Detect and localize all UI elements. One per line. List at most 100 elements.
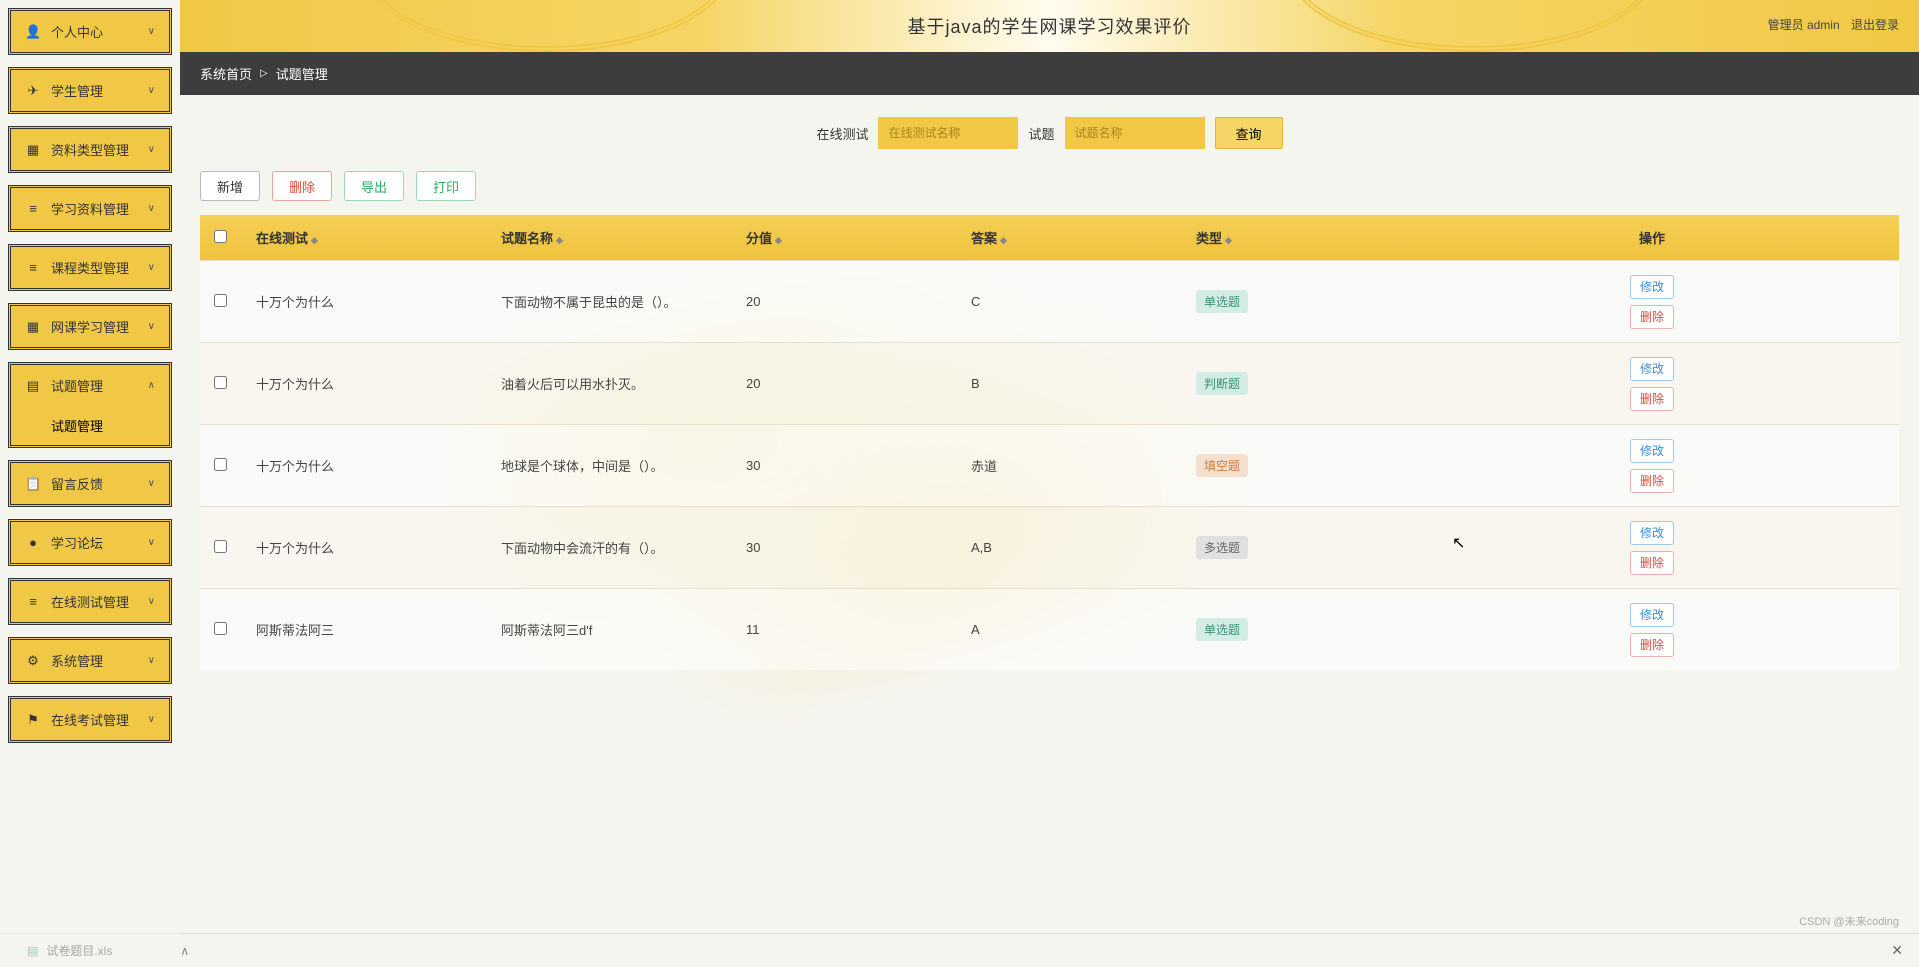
cell-score: 30 [730, 540, 955, 555]
nav-label: 个人中心 [51, 22, 148, 41]
cell-score: 30 [730, 458, 955, 473]
sort-icon[interactable]: ◆ [556, 235, 563, 245]
search-bar: 在线测试 试题 查询 [180, 95, 1919, 171]
col-test[interactable]: 在线测试 [256, 231, 308, 246]
cell-name: 下面动物中会流汗的有（）。 [485, 538, 730, 557]
nav-label: 资料类型管理 [51, 140, 148, 159]
sidebar-item-3[interactable]: ≡学习资料管理∨ [8, 185, 172, 232]
sort-icon[interactable]: ◆ [311, 235, 318, 245]
nav-icon: ▤ [25, 378, 41, 394]
nav-icon: ≡ [25, 201, 41, 216]
cell-type: 单选题 [1180, 290, 1405, 313]
type-tag: 填空题 [1196, 454, 1248, 477]
nav-icon: ⚑ [25, 712, 41, 728]
breadcrumb-current: 试题管理 [276, 64, 328, 83]
delete-button[interactable]: 删除 [272, 171, 332, 201]
sidebar-item-0[interactable]: 👤 个人中心∨ [8, 8, 172, 55]
cell-score: 20 [730, 294, 955, 309]
sidebar-item-8[interactable]: ●学习论坛∨ [8, 519, 172, 566]
nav-label: 学习论坛 [51, 533, 148, 552]
sort-icon[interactable]: ◆ [1225, 235, 1232, 245]
cell-name: 下面动物不属于昆虫的是（）。 [485, 292, 730, 311]
col-name[interactable]: 试题名称 [501, 231, 553, 246]
sidebar-item-5[interactable]: ▦网课学习管理∨ [8, 303, 172, 350]
sidebar-item-9[interactable]: ≡在线测试管理∨ [8, 578, 172, 625]
search-input-question[interactable] [1065, 117, 1205, 149]
nav-icon: 👤 [25, 24, 41, 40]
chevron-icon: ∨ [148, 262, 155, 273]
cell-answer: A,B [955, 540, 1180, 555]
row-delete-button[interactable]: 删除 [1630, 387, 1674, 411]
chevron-icon: ∨ [148, 26, 155, 37]
nav-icon: ≡ [25, 594, 41, 609]
sidebar-subitem[interactable]: 试题管理 [8, 406, 172, 448]
cell-name: 阿斯蒂法阿三d'f [485, 620, 730, 639]
search-label-question: 试题 [1028, 124, 1054, 143]
table-row: 十万个为什么下面动物中会流汗的有（）。30A,B多选题修改删除 [200, 506, 1899, 588]
row-checkbox[interactable] [214, 376, 227, 389]
row-delete-button[interactable]: 删除 [1630, 633, 1674, 657]
row-delete-button[interactable]: 删除 [1630, 551, 1674, 575]
sidebar-item-11[interactable]: ⚑在线考试管理∨ [8, 696, 172, 743]
edit-button[interactable]: 修改 [1630, 603, 1674, 627]
select-all-checkbox[interactable] [214, 230, 227, 243]
sort-icon[interactable]: ◆ [1000, 235, 1007, 245]
sidebar-item-7[interactable]: 📋留言反馈∨ [8, 460, 172, 507]
table-header: 在线测试◆ 试题名称◆ 分值◆ 答案◆ 类型◆ 操作 [200, 215, 1899, 260]
col-answer[interactable]: 答案 [971, 231, 997, 246]
row-checkbox[interactable] [214, 458, 227, 471]
row-delete-button[interactable]: 删除 [1630, 305, 1674, 329]
sort-icon[interactable]: ◆ [775, 235, 782, 245]
table-row: 十万个为什么下面动物不属于昆虫的是（）。20C单选题修改删除 [200, 260, 1899, 342]
sidebar: 👤个人中心∨✈学生管理∨▦资料类型管理∨≡学习资料管理∨≡课程类型管理∨▦网课学… [0, 0, 180, 967]
nav-icon: ▦ [25, 319, 41, 335]
type-tag: 判断题 [1196, 372, 1248, 395]
print-button[interactable]: 打印 [416, 171, 476, 201]
sidebar-item-1[interactable]: ✈ 学生管理∨ [8, 67, 172, 114]
page-title: 基于java的学生网课学习效果评价 [907, 13, 1191, 39]
sidebar-item-4[interactable]: ≡课程类型管理∨ [8, 244, 172, 291]
user-role[interactable]: 管理员 admin [1768, 18, 1840, 32]
chevron-icon: ∨ [148, 85, 155, 96]
sidebar-item-2[interactable]: ▦资料类型管理∨ [8, 126, 172, 173]
nav-icon: ✈ [25, 83, 41, 99]
cell-test: 十万个为什么 [240, 374, 485, 393]
table-row: 阿斯蒂法阿三阿斯蒂法阿三d'f11A单选题修改删除 [200, 588, 1899, 670]
chevron-icon: ∨ [148, 144, 155, 155]
cell-test: 阿斯蒂法阿三 [240, 620, 485, 639]
logout-link[interactable]: 退出登录 [1851, 18, 1899, 32]
chevron-icon: ∨ [148, 655, 155, 666]
row-checkbox[interactable] [214, 622, 227, 635]
chevron-icon: ∨ [148, 203, 155, 214]
cell-type: 填空题 [1180, 454, 1405, 477]
col-type[interactable]: 类型 [1196, 231, 1222, 246]
nav-label: 课程类型管理 [51, 258, 148, 277]
edit-button[interactable]: 修改 [1630, 275, 1674, 299]
cell-answer: C [955, 294, 1180, 309]
header: 基于java的学生网课学习效果评价 管理员 admin 退出登录 [180, 0, 1919, 52]
query-button[interactable]: 查询 [1215, 117, 1283, 149]
sidebar-item-6[interactable]: ▤试题管理∧ [8, 362, 172, 406]
nav-label: 系统管理 [51, 651, 148, 670]
col-score[interactable]: 分值 [746, 231, 772, 246]
chevron-icon: ∨ [148, 321, 155, 332]
cell-answer: B [955, 376, 1180, 391]
breadcrumb: 系统首页 ▷ 试题管理 [180, 52, 1919, 95]
export-button[interactable]: 导出 [344, 171, 404, 201]
add-button[interactable]: 新增 [200, 171, 260, 201]
row-delete-button[interactable]: 删除 [1630, 469, 1674, 493]
nav-label: 学生管理 [51, 81, 148, 100]
breadcrumb-home[interactable]: 系统首页 [200, 64, 252, 83]
edit-button[interactable]: 修改 [1630, 521, 1674, 545]
cell-answer: 赤道 [955, 456, 1180, 475]
row-checkbox[interactable] [214, 294, 227, 307]
search-input-test[interactable] [878, 117, 1018, 149]
edit-button[interactable]: 修改 [1630, 357, 1674, 381]
sidebar-item-10[interactable]: ⚙系统管理∨ [8, 637, 172, 684]
chevron-icon: ∨ [148, 478, 155, 489]
edit-button[interactable]: 修改 [1630, 439, 1674, 463]
cell-type: 判断题 [1180, 372, 1405, 395]
row-checkbox[interactable] [214, 540, 227, 553]
cell-type: 单选题 [1180, 618, 1405, 641]
action-bar: 新增 删除 导出 打印 [180, 171, 1919, 215]
